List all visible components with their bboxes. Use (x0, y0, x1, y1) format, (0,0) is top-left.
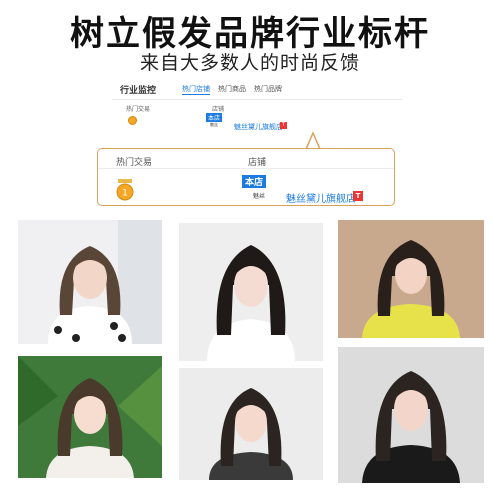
photo-model-6 (338, 347, 484, 483)
medal-icon: 1 (116, 179, 134, 201)
monitor-tabs: 热门店铺 热门商品 热门品牌 (182, 84, 282, 95)
store-logo: 魅丝 (253, 193, 266, 200)
industry-monitor-panel: 行业监控 热门店铺 热门商品 热门品牌 热门交易 店铺 本店 魅丝 魅丝黛儿旗舰… (112, 80, 402, 138)
store-link[interactable]: 魅丝黛儿旗舰店 (234, 122, 283, 132)
tab-hot-products[interactable]: 热门商品 (218, 84, 246, 95)
own-store-badge: 本店 (206, 113, 223, 122)
zoom-callout: 热门交易 店铺 1 本店 魅丝 魅丝黛儿旗舰店 T (97, 148, 395, 206)
tmall-tag-icon: T (280, 122, 287, 129)
photo-model-4 (18, 356, 162, 478)
column-header-store: 店铺 (212, 106, 225, 113)
column-header-store: 店铺 (248, 158, 267, 168)
subline: 来自大多数人的时尚反馈 (139, 52, 360, 74)
svg-text:1: 1 (122, 189, 128, 199)
callout-header: 热门交易 店铺 (98, 149, 394, 169)
tab-hot-stores[interactable]: 热门店铺 (182, 84, 210, 95)
column-header-trade: 热门交易 (126, 106, 151, 113)
divider (112, 99, 402, 100)
callout-pointer-icon (305, 131, 321, 149)
photo-model-1 (18, 220, 162, 344)
column-header-trade: 热门交易 (116, 158, 153, 168)
medal-icon (128, 116, 137, 125)
own-store-badge: 本店 (242, 175, 267, 188)
photo-model-5 (179, 368, 323, 480)
photo-model-3 (338, 220, 484, 338)
store-link[interactable]: 魅丝黛儿旗舰店 (286, 190, 356, 205)
monitor-title: 行业监控 (120, 86, 157, 96)
store-logo: 魅丝 (210, 122, 218, 127)
tab-hot-brands[interactable]: 热门品牌 (254, 84, 282, 95)
photo-model-2 (179, 223, 323, 361)
tmall-tag-icon: T (353, 191, 363, 201)
